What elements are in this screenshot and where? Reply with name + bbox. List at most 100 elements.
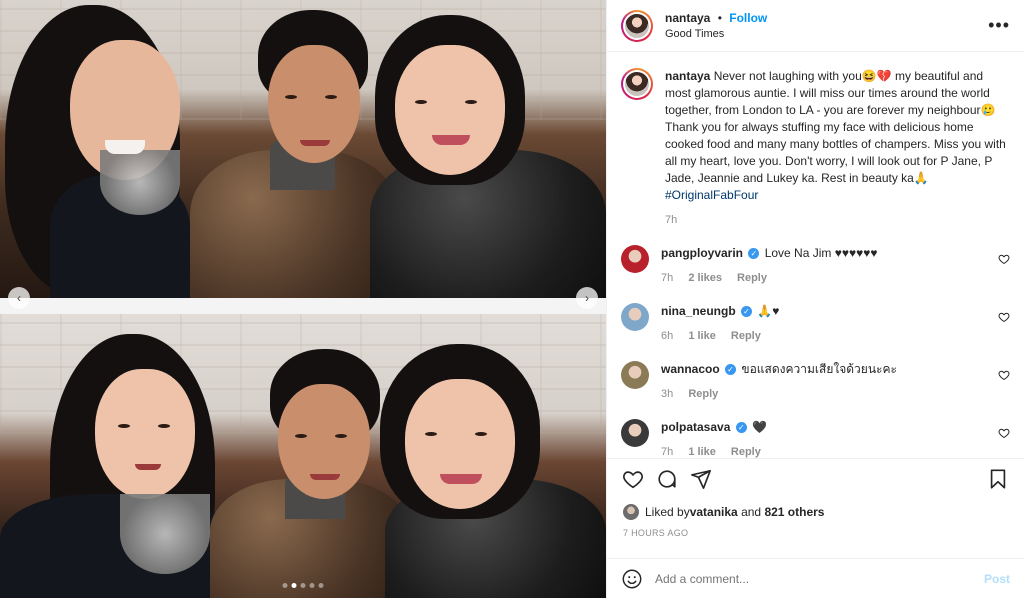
heart-outline-icon	[623, 470, 643, 488]
person-face	[95, 369, 195, 499]
heart-outline-icon	[998, 370, 1010, 381]
comment-row: nina_neungb ✓ 🙏♥ 6h 1 like Reply	[621, 303, 1010, 345]
comment-content: nina_neungb ✓ 🙏♥ 6h 1 like Reply	[661, 303, 1010, 345]
verified-badge-icon: ✓	[741, 306, 753, 318]
add-comment-bar: Post	[607, 558, 1024, 598]
comment-meta: 6h 1 like Reply	[661, 328, 1010, 345]
post-button[interactable]: Post	[984, 572, 1010, 586]
comment-row: polpatasava ✓ 🖤 7h 1 like Reply	[621, 419, 1010, 458]
share-button[interactable]	[687, 465, 715, 493]
save-button[interactable]	[984, 465, 1012, 493]
comment-username[interactable]: wannacoo	[661, 362, 720, 376]
header-names: nantaya • Follow Good Times	[665, 11, 988, 40]
comment-time: 7h	[661, 446, 674, 458]
post-header: nantaya • Follow Good Times •••	[607, 0, 1024, 52]
carousel-next-button[interactable]: ›	[576, 287, 598, 309]
comment-likes[interactable]: 1 like	[688, 330, 716, 342]
location-label[interactable]: Good Times	[665, 28, 988, 40]
comment-like-button[interactable]	[998, 369, 1010, 384]
comment-like-button[interactable]	[998, 427, 1010, 442]
chevron-right-icon: ›	[585, 291, 589, 305]
comment-icon	[658, 469, 676, 488]
caption-meta: 7h	[665, 212, 1010, 229]
caption-content: nantaya Never not laughing with you😆💔 my…	[665, 68, 1010, 229]
comment-content: pangployvarin ✓ Love Na Jim ♥♥♥♥♥♥ 7h 2 …	[661, 245, 1010, 287]
comment-text: ขอแสดงความเสียใจด้วยนะคะ	[741, 362, 897, 376]
reply-button[interactable]: Reply	[737, 272, 767, 284]
carousel-dot	[300, 583, 306, 588]
comment-meta: 7h 2 likes Reply	[661, 270, 1010, 287]
photo-frame-top	[0, 0, 606, 298]
comment-content: wannacoo ✓ ขอแสดงความเสียใจด้วยนะคะ 3h R…	[661, 361, 1010, 403]
avatar[interactable]	[621, 419, 649, 447]
comment-username[interactable]: polpatasava	[661, 420, 730, 434]
carousel-prev-button[interactable]: ‹	[8, 287, 30, 309]
chevron-left-icon: ‹	[17, 291, 21, 305]
comment-content: polpatasava ✓ 🖤 7h 1 like Reply	[661, 419, 1010, 458]
avatar[interactable]	[621, 68, 653, 100]
person-face	[278, 384, 370, 499]
comment-button[interactable]	[653, 465, 681, 493]
hashtag-link[interactable]: #OriginalFabFour	[665, 188, 758, 202]
liker-username[interactable]: vatanika	[690, 505, 738, 519]
likes-count[interactable]: 821 others	[764, 505, 824, 519]
comment-like-button[interactable]	[998, 253, 1010, 268]
heart-outline-icon	[998, 254, 1010, 265]
post-timestamp[interactable]: 7 HOURS AGO	[607, 520, 1024, 538]
like-button[interactable]	[619, 465, 647, 493]
more-options-icon[interactable]: •••	[988, 15, 1010, 36]
comment-like-button[interactable]	[998, 311, 1010, 326]
likes-summary: Liked by vatanika and 821 others	[607, 498, 1024, 520]
comments-section: nantaya Never not laughing with you😆💔 my…	[607, 52, 1024, 458]
carousel-dot	[282, 583, 288, 588]
comment-time: 7h	[661, 272, 674, 284]
comment-time: 6h	[661, 330, 674, 342]
person-face	[395, 45, 505, 175]
comment-text: 🙏♥	[757, 304, 780, 318]
necklace	[100, 150, 180, 215]
comment-likes[interactable]: 2 likes	[688, 272, 722, 284]
comment-row: wannacoo ✓ ขอแสดงความเสียใจด้วยนะคะ 3h R…	[621, 361, 1010, 403]
carousel-dot	[318, 583, 324, 588]
liker-avatar[interactable]	[623, 504, 639, 520]
comment-input[interactable]	[655, 571, 984, 586]
avatar[interactable]	[621, 303, 649, 331]
follow-button[interactable]: Follow	[729, 11, 767, 25]
carousel-indicator	[282, 583, 324, 588]
reply-button[interactable]: Reply	[688, 388, 718, 400]
comment-time: 3h	[661, 388, 674, 400]
bookmark-icon	[990, 468, 1006, 489]
avatar[interactable]	[621, 9, 653, 42]
reply-button[interactable]: Reply	[731, 446, 761, 458]
send-icon	[691, 469, 711, 489]
comment-meta: 3h Reply	[661, 386, 1010, 403]
comment-meta: 7h 1 like Reply	[661, 444, 1010, 458]
heart-outline-icon	[998, 428, 1010, 439]
caption-time: 7h	[665, 214, 678, 226]
collage-separator	[0, 298, 606, 314]
comment-username[interactable]: pangployvarin	[661, 246, 743, 260]
bullet-separator: •	[717, 11, 722, 25]
header-username[interactable]: nantaya	[665, 11, 710, 25]
action-bar	[607, 458, 1024, 498]
carousel-dot	[309, 583, 315, 588]
reply-button[interactable]: Reply	[731, 330, 761, 342]
avatar[interactable]	[621, 361, 649, 389]
post-photo[interactable]: ‹ ›	[0, 0, 606, 598]
comment-text: Love Na Jim ♥♥♥♥♥♥	[764, 246, 878, 260]
avatar[interactable]	[621, 245, 649, 273]
verified-badge-icon: ✓	[725, 364, 737, 376]
verified-badge-icon: ✓	[748, 248, 760, 260]
comment-list: pangployvarin ✓ Love Na Jim ♥♥♥♥♥♥ 7h 2 …	[621, 245, 1010, 458]
carousel-dot	[291, 583, 297, 588]
necklace	[120, 494, 210, 574]
smiley-icon[interactable]	[621, 568, 643, 590]
comment-row: pangployvarin ✓ Love Na Jim ♥♥♥♥♥♥ 7h 2 …	[621, 245, 1010, 287]
comment-likes[interactable]: 1 like	[688, 446, 716, 458]
photo-frame-bottom	[0, 314, 606, 598]
comment-username[interactable]: nina_neungb	[661, 304, 736, 318]
caption-text: Never not laughing with you😆💔 my beautif…	[665, 69, 1006, 185]
post-side-panel: nantaya • Follow Good Times ••• nantaya …	[606, 0, 1024, 598]
person-face	[405, 379, 515, 509]
caption-username[interactable]: nantaya	[665, 69, 710, 83]
